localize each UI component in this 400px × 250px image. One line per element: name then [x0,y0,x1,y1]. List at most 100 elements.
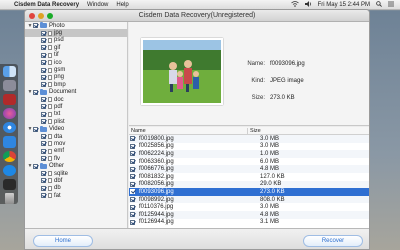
file-checkbox[interactable] [130,174,135,180]
menu-clock[interactable]: Fri May 15 2:44 PM [318,2,370,8]
tree-item-tif[interactable]: tif [25,52,127,59]
tree-item-label: plist [54,118,65,125]
file-row[interactable]: f0110376.jpg 3.0 MB [129,203,369,211]
tree-group-photo[interactable]: ▼ Photo [25,22,127,29]
tree-item-sqlite[interactable]: sqlite [25,170,127,177]
trash-icon[interactable] [4,192,14,204]
file-checkbox[interactable] [130,143,135,149]
file-row[interactable]: f0025856.jpg 3.0 MB [129,143,369,151]
file-row[interactable]: f0093096.jpg 273.0 KB [129,188,369,196]
item-checkbox[interactable] [41,134,46,140]
item-checkbox[interactable] [41,74,46,80]
file-size: 4.8 MB [260,166,280,173]
file-checkbox[interactable] [130,136,135,142]
recover-button[interactable]: Recover [303,235,363,247]
search-icon[interactable] [376,0,382,9]
tree-item-pdf[interactable]: pdf [25,103,127,110]
group-checkbox[interactable] [33,89,38,95]
file-row[interactable]: f0063360.jpg 6.0 MB [129,158,369,166]
tree-item-jpg[interactable]: jpg [25,29,127,37]
tree-item-gsm[interactable]: gsm [25,66,127,73]
file-row[interactable]: f0062224.jpg 1.0 MB [129,150,369,158]
file-row[interactable]: f0126944.jpg 3.1 MB [129,219,369,227]
item-checkbox[interactable] [41,52,46,58]
tree-item-flv[interactable]: flv [25,155,127,162]
item-checkbox[interactable] [41,156,46,162]
file-checkbox[interactable] [130,204,135,210]
tree-group-label: Photo [49,22,65,29]
tree-item-dbf[interactable]: dbf [25,177,127,184]
tree-item-gif[interactable]: gif [25,44,127,51]
item-checkbox[interactable] [41,82,46,88]
itunes-icon[interactable] [2,108,16,120]
tree-item-psd[interactable]: psd [25,37,127,44]
launchpad-icon[interactable] [2,80,16,92]
item-checkbox[interactable] [41,185,46,191]
menu-window[interactable]: Window [87,2,108,8]
group-checkbox[interactable] [33,163,38,169]
tree-item-png[interactable]: png [25,74,127,81]
item-checkbox[interactable] [41,193,46,199]
file-size: 3.0 MB [260,204,280,211]
tree-item-plist[interactable]: plist [25,118,127,125]
file-checkbox[interactable] [130,219,135,225]
volume-icon[interactable] [304,0,312,9]
wifi-icon[interactable] [290,0,299,9]
menu-app-name[interactable]: Cisdem Data Recovery [14,2,79,8]
tree-group-document[interactable]: ▼ Document [25,88,127,96]
item-checkbox[interactable] [41,148,46,154]
photo-booth-icon[interactable] [2,94,16,106]
tree-item-ico[interactable]: ico [25,59,127,66]
tree-group-other[interactable]: ▼ Other [25,162,127,169]
tree-item-mov[interactable]: mov [25,140,127,147]
item-checkbox[interactable] [41,178,46,184]
tree-item-dta[interactable]: dta [25,133,127,140]
tree-item-doc[interactable]: doc [25,96,127,103]
tree-item-db[interactable]: db [25,185,127,192]
file-row[interactable]: f0098992.jpg 808.0 KB [129,195,369,204]
item-checkbox[interactable] [41,111,46,117]
item-checkbox[interactable] [41,97,46,103]
menu-help[interactable]: Help [116,2,128,8]
file-checkbox[interactable] [130,212,135,218]
file-checkbox[interactable] [130,181,135,187]
cisdem-icon[interactable] [2,178,16,190]
file-checkbox[interactable] [130,197,135,203]
file-name: f0082056.jpg [139,181,174,188]
file-row[interactable]: f0082056.jpg 29.0 KB [129,180,369,189]
file-row[interactable]: f0019800.jpg 3.0 MB [129,135,369,143]
tree-item-emf[interactable]: emf [25,148,127,155]
item-checkbox[interactable] [41,37,46,43]
app-store-icon[interactable] [2,164,16,176]
item-checkbox[interactable] [41,30,46,36]
tree-group-video[interactable]: ▼ Video [25,125,127,132]
item-checkbox[interactable] [41,60,46,66]
item-checkbox[interactable] [41,171,46,176]
finder-icon[interactable] [2,66,16,78]
tree-item-fat[interactable]: fat [25,192,127,199]
file-row[interactable]: f0066776.jpg 4.8 MB [129,165,369,173]
column-size[interactable]: Size [248,128,328,134]
item-checkbox[interactable] [41,104,46,110]
safari-icon[interactable] [2,122,16,134]
tree-item-bmp[interactable]: bmp [25,81,127,88]
item-checkbox[interactable] [41,45,46,51]
item-checkbox[interactable] [41,141,46,147]
tree-item-txt[interactable]: txt [25,111,127,118]
column-name[interactable]: Name [129,127,248,134]
group-checkbox[interactable] [33,23,38,29]
file-checkbox[interactable] [130,159,135,165]
home-button[interactable]: Home [33,235,93,247]
file-checkbox[interactable] [130,166,135,172]
file-checkbox[interactable] [130,189,135,195]
item-checkbox[interactable] [41,119,46,125]
size-value: 273.0 KB [270,95,295,101]
group-checkbox[interactable] [33,126,38,132]
file-checkbox[interactable] [130,151,135,157]
chrome-icon[interactable] [2,150,16,162]
file-row[interactable]: f0125944.jpg 4.8 MB [129,210,369,219]
mail-icon[interactable] [2,136,16,148]
file-row[interactable]: f0081832.jpg 127.0 KB [129,173,369,181]
item-checkbox[interactable] [41,67,46,73]
list-icon[interactable] [388,1,394,9]
